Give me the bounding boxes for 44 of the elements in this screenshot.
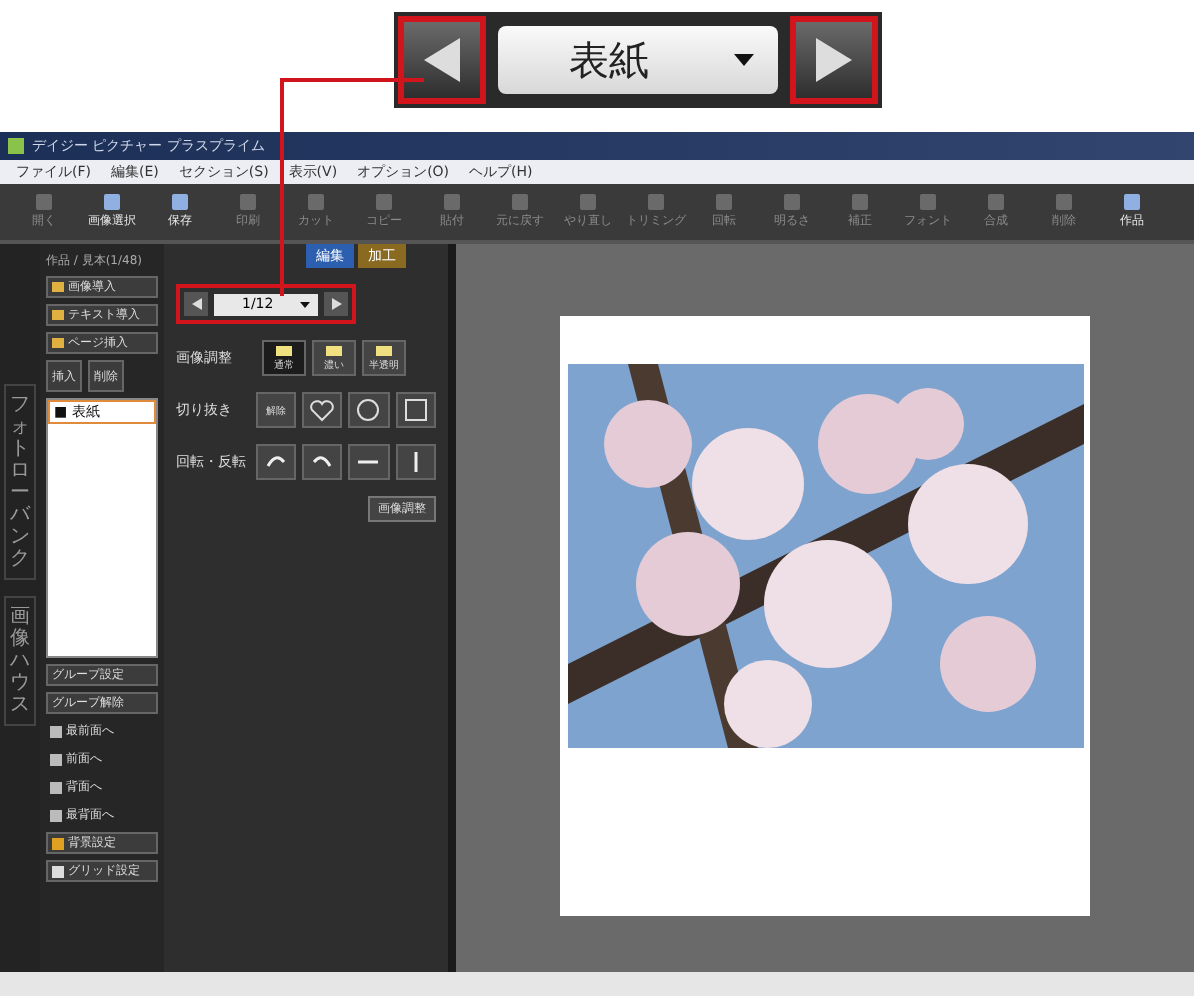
rotate-button[interactable]: [302, 444, 343, 480]
circle-icon: [356, 398, 381, 422]
caret-icon: [733, 54, 753, 66]
tool-icon: [36, 194, 52, 210]
swatch-icon: [376, 345, 392, 355]
tool-icon: [580, 194, 596, 210]
caret-icon: [300, 301, 310, 307]
crop-shape-button[interactable]: [302, 392, 343, 428]
side-tab[interactable]: フォトローバンク: [4, 384, 36, 580]
swatch-icon: [326, 345, 342, 355]
tool-icon: [172, 194, 188, 210]
rotate-button[interactable]: [348, 444, 390, 480]
tool-icon: [852, 194, 868, 210]
previous-button[interactable]: [397, 16, 485, 104]
rotate-button[interactable]: [395, 444, 436, 480]
swatch-icon: [276, 345, 292, 355]
left-triangle-icon: [423, 38, 459, 82]
tool-icon: [716, 194, 732, 210]
rotate-button[interactable]: [255, 444, 296, 480]
tool-icon: [240, 194, 256, 210]
square-icon: [403, 398, 428, 422]
tool-icon: [648, 194, 664, 210]
tool-icon: [512, 194, 528, 210]
tool-icon: [1124, 194, 1140, 210]
tool-icon: [988, 194, 1004, 210]
tool-icon: [920, 194, 936, 210]
tool-icon: [784, 194, 800, 210]
crop-shape-button[interactable]: [348, 392, 390, 428]
tool-icon: [308, 194, 324, 210]
tool-icon: [1056, 194, 1072, 210]
app-icon: [8, 138, 24, 154]
page-dropdown[interactable]: 表紙: [497, 26, 777, 94]
tool-icon: [104, 194, 120, 210]
side-tab[interactable]: 画像ハウス: [4, 596, 36, 726]
crop-shape-button[interactable]: [395, 392, 436, 428]
heart-icon: [310, 399, 335, 421]
previous-page-button[interactable]: [184, 292, 208, 316]
tool-icon: [376, 194, 392, 210]
tool-icon: [444, 194, 460, 210]
right-triangle-icon: [815, 38, 851, 82]
next-page-button[interactable]: [324, 292, 348, 316]
next-button[interactable]: [789, 16, 877, 104]
right-triangle-icon: [331, 298, 341, 310]
left-triangle-icon: [191, 298, 201, 310]
